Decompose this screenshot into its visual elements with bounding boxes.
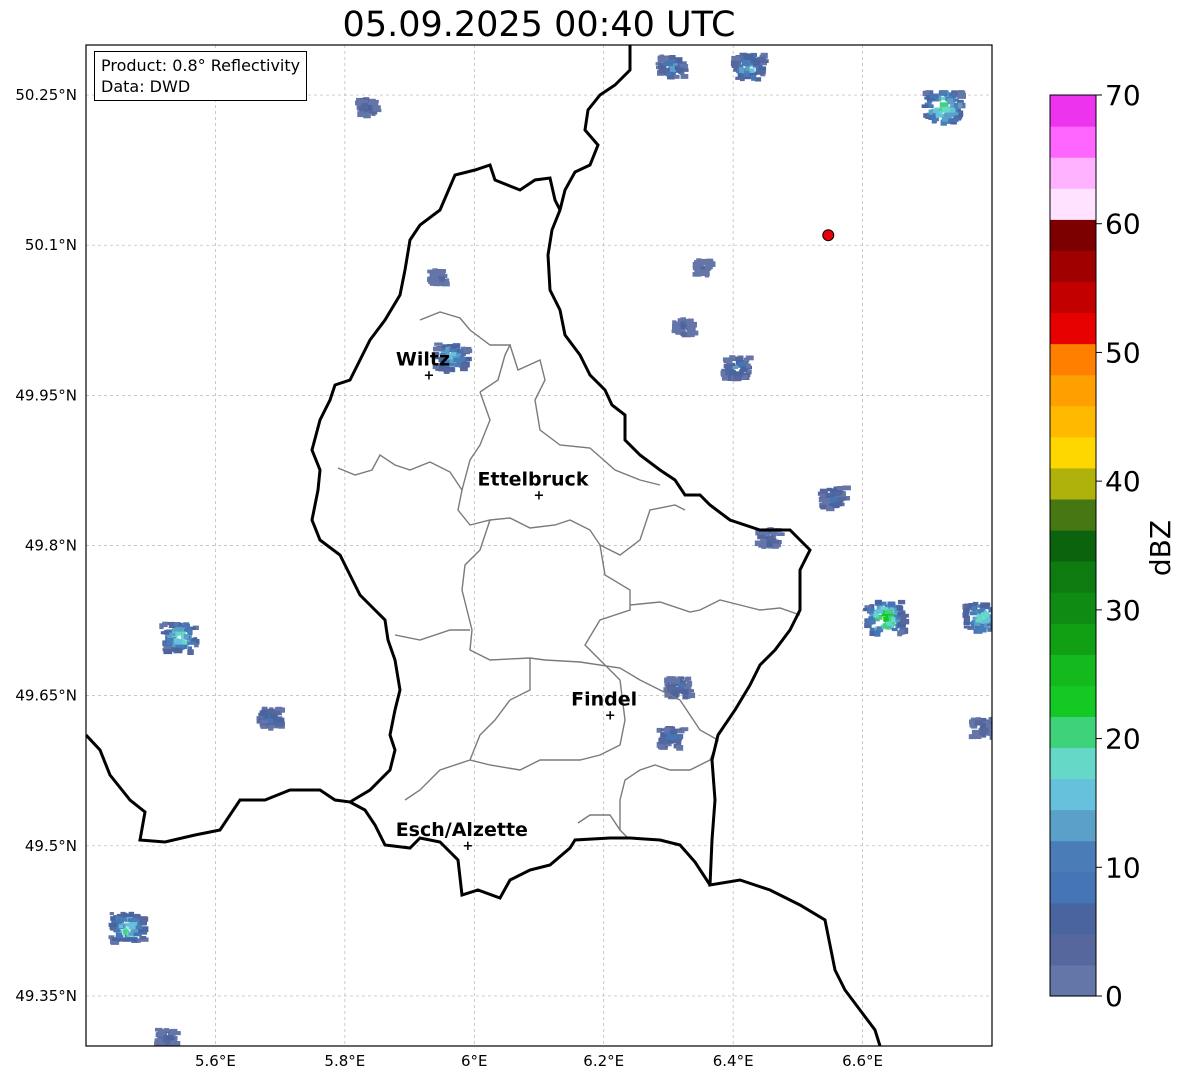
colorbar-segment: [1050, 654, 1096, 686]
colorbar-segment: [1050, 312, 1096, 345]
colorbar-segment: [1050, 685, 1096, 717]
colorbar-segment: [1050, 436, 1096, 469]
colorbar-tick-label: 30: [1105, 594, 1141, 627]
colorbar-segment: [1050, 405, 1096, 438]
longitude-tick-labels: 5.6°E 5.8°E 6°E 6.2°E 6.4°E 6.6°E: [195, 1052, 883, 1070]
radar-echo: [663, 676, 696, 700]
colorbar-segment: [1050, 219, 1096, 251]
city-label: Wiltz: [396, 348, 450, 370]
gridlines: [86, 45, 992, 1046]
lon-tick-label: 6.2°E: [583, 1052, 624, 1070]
city-label: Findel: [571, 689, 637, 711]
lat-tick-label: 49.95°N: [15, 386, 77, 404]
radar-echo: [256, 706, 285, 731]
city-marker: +: [534, 488, 545, 503]
source-text: Data: DWD: [101, 77, 191, 96]
radar-echo: [671, 317, 699, 338]
radar-echo: [427, 268, 450, 287]
radar-echo: [692, 258, 716, 278]
colorbar-segment: [1050, 623, 1096, 655]
colorbar-segment: [1050, 809, 1096, 842]
colorbar-segment: [1050, 157, 1096, 189]
radar-echo: [154, 1027, 181, 1046]
lat-tick-label: 50.1°N: [25, 236, 77, 254]
colorbar-segment: [1050, 840, 1096, 873]
colorbar-segment: [1050, 592, 1096, 624]
radar-echo: [355, 97, 382, 119]
colorbar-segment: [1050, 343, 1096, 376]
colorbar-segment: [1050, 964, 1096, 997]
radar-echo: [720, 355, 754, 382]
colorbar-segment: [1050, 498, 1096, 531]
colorbar-segment: [1050, 871, 1096, 904]
colorbar-segment: [1050, 374, 1096, 407]
radar-echo: [817, 485, 851, 512]
colorbar-segment: [1050, 529, 1096, 562]
lat-tick-label: 49.8°N: [25, 537, 77, 555]
colorbar-segment: [1050, 778, 1096, 811]
colorbar: [1049, 94, 1097, 997]
radar-echo: [108, 911, 149, 945]
city-marker: +: [605, 709, 616, 724]
city-marker: +: [424, 368, 435, 383]
city-marker: +: [462, 839, 473, 854]
lat-tick-label: 49.35°N: [15, 987, 77, 1005]
colorbar-segment: [1050, 933, 1096, 966]
colorbar-tick-label: 0: [1105, 980, 1123, 1013]
colorbar-tick-label: 20: [1105, 723, 1141, 756]
colorbar-segment: [1050, 95, 1096, 127]
product-text: Product: 0.8° Reflectivity: [101, 56, 301, 75]
colorbar-tick-label: 50: [1105, 336, 1141, 369]
colorbar-segment: [1050, 716, 1096, 749]
city-label: Ettelbruck: [478, 468, 589, 490]
lat-tick-label: 49.5°N: [25, 837, 77, 855]
lon-tick-label: 6.4°E: [713, 1052, 754, 1070]
colorbar-segment: [1050, 188, 1096, 220]
colorbar-label: dBZ: [1144, 520, 1177, 576]
canton-borders: [337, 311, 801, 839]
lat-tick-label: 49.65°N: [15, 687, 77, 705]
colorbar-tick-label: 60: [1105, 208, 1141, 241]
lon-tick-label: 6°E: [461, 1052, 488, 1070]
colorbar-segment: [1050, 281, 1096, 314]
radar-echo: [962, 601, 992, 634]
colorbar-tick-label: 70: [1105, 79, 1141, 112]
lon-tick-label: 5.6°E: [195, 1052, 236, 1070]
radar-map: +Wiltz+Ettelbruck+Findel+Esch/Alzette 50…: [15, 44, 1177, 1070]
colorbar-segment: [1050, 561, 1096, 593]
radar-echo: [159, 621, 200, 655]
lon-tick-label: 6.6°E: [842, 1052, 883, 1070]
colorbar-tick-label: 10: [1105, 851, 1141, 884]
colorbar-tick-label: 40: [1105, 465, 1141, 498]
colorbar-segment: [1050, 126, 1096, 158]
city-label: Esch/Alzette: [396, 819, 528, 841]
colorbar-segment: [1050, 250, 1096, 283]
radar-echo: [921, 90, 966, 126]
colorbar-segment: [1050, 467, 1096, 500]
lon-tick-label: 5.8°E: [324, 1052, 365, 1070]
lat-tick-label: 50.25°N: [15, 86, 77, 104]
radar-echo: [863, 599, 910, 637]
colorbar-segment: [1050, 747, 1096, 780]
radar-echo: [655, 54, 689, 80]
radar-echo: [656, 726, 689, 751]
latitude-tick-labels: 50.25°N 50.1°N 49.95°N 49.8°N 49.65°N 49.5°N 4…: [15, 86, 77, 1005]
info-box: Product: 0.8° Reflectivity Data: DWD: [94, 51, 308, 101]
radar-site-marker: [822, 229, 835, 242]
radar-echo: [730, 52, 769, 82]
colorbar-tick-labels: 0 10 20 30 40 50 60 70: [1096, 79, 1141, 1013]
colorbar-segment: [1050, 902, 1096, 935]
